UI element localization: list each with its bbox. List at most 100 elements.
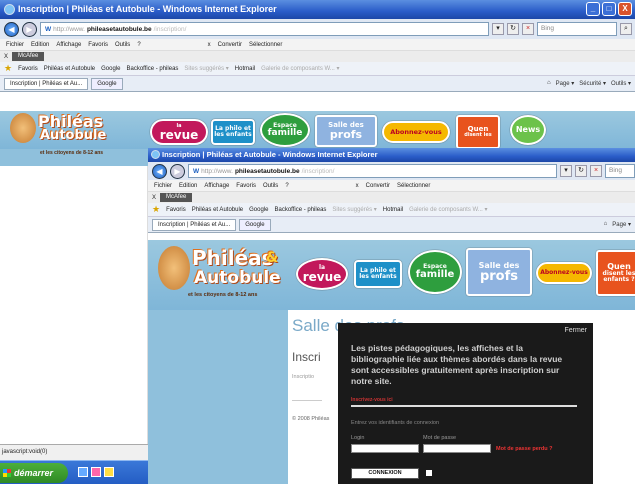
fg-favorites-bar: ★ Favoris Philéas et Autobule Google Bac… [148, 203, 635, 217]
fg-fav-link-phileas[interactable]: Philéas et Autobule [192, 207, 243, 213]
refresh-icon[interactable]: ↻ [507, 23, 519, 35]
favorites-bar: ★ Favoris Philéas et Autobule Google Bac… [0, 62, 635, 76]
menu-outils[interactable]: Outils [115, 42, 130, 48]
fg-nav-quen[interactable]: Quen disent les enfants ? [596, 250, 635, 296]
login-button[interactable]: CONNEXION [351, 468, 419, 479]
menu-favoris[interactable]: Favoris [88, 42, 108, 48]
fg-mcafee-close[interactable]: X [152, 195, 156, 201]
fg-tab-inscription[interactable]: Inscription | Philéas et Au... [152, 218, 237, 231]
minimize-button[interactable]: _ [586, 2, 600, 16]
menu-edition[interactable]: Edition [31, 42, 49, 48]
fg-nav-philo[interactable]: La philo et les enfants [354, 260, 402, 288]
quicklaunch-desktop-icon[interactable] [91, 467, 101, 477]
fg-forward-button[interactable]: ▶ [170, 163, 185, 179]
fg-tab-google[interactable]: Google [239, 218, 271, 231]
mcafee-close[interactable]: X [4, 54, 8, 60]
fg-nav-revue-label: revue [302, 270, 342, 284]
fg-logo-phileas: Philéas [192, 246, 274, 270]
fg-logo-tagline: et les citoyens de 8-12 ans [188, 292, 258, 298]
fg-search-input[interactable]: Bing [605, 164, 635, 178]
fg-fav-link-hotmail[interactable]: Hotmail [383, 207, 403, 213]
fg-nav-famille[interactable]: Espace famille [408, 250, 462, 294]
maximize-button[interactable]: □ [602, 2, 616, 16]
fg-mcafee-button[interactable]: McAfee [160, 193, 193, 202]
menu-help[interactable]: ? [137, 42, 140, 48]
nav-revue[interactable]: la revue [150, 119, 208, 145]
nav-philo[interactable]: La philo et les enfants [211, 119, 255, 145]
fg-nav-abonnez[interactable]: Abonnez-vous [536, 262, 592, 284]
fav-link-hotmail[interactable]: Hotmail [235, 66, 255, 72]
fg-address-bar[interactable]: W http://www. phileasetautobule.be/inscri… [188, 164, 557, 178]
cmd-tools[interactable]: Outils ▾ [611, 80, 631, 87]
fg-convert-button[interactable]: Convertir [366, 183, 390, 189]
forgot-password-link[interactable]: Mot de passe perdu ? [496, 446, 553, 452]
fg-back-button[interactable]: ◀ [152, 163, 167, 179]
modal-register-link[interactable]: Inscrivez-vous ici [351, 397, 393, 403]
fg-toolbar-close[interactable]: x [356, 183, 359, 189]
cmd-security[interactable]: Sécurité ▾ [579, 80, 606, 87]
fg-menu-outils[interactable]: Outils [263, 183, 278, 189]
back-button[interactable]: ◀ [4, 21, 19, 37]
select-button[interactable]: Sélectionner [249, 42, 282, 48]
favorites-button[interactable]: Favoris [18, 66, 38, 72]
fg-fav-link-gallery[interactable]: Galerie de composants W... ▾ [409, 206, 487, 213]
fg-nav-salle[interactable]: Salle des profs [466, 248, 532, 296]
quicklaunch-ie-icon[interactable] [78, 467, 88, 477]
start-button[interactable]: démarrer [0, 463, 68, 483]
home-icon[interactable]: ⌂ [547, 80, 551, 87]
fg-menu-help[interactable]: ? [285, 183, 288, 189]
cmd-page[interactable]: Page ▾ [556, 80, 575, 87]
fg-stop-icon[interactable]: × [590, 165, 602, 177]
fav-link-phileas[interactable]: Philéas et Autobule [44, 66, 95, 72]
fg-fav-link-suggested[interactable]: Sites suggérés ▾ [332, 206, 376, 213]
fg-menu-fichier[interactable]: Fichier [154, 183, 172, 189]
fg-nav-revue[interactable]: la revue [296, 258, 348, 290]
fg-dropdown-icon[interactable]: ▾ [560, 165, 572, 177]
mcafee-button[interactable]: McAfee [12, 52, 45, 61]
fav-link-backoffice[interactable]: Backoffice - phileas [126, 66, 178, 72]
dropdown-icon[interactable]: ▾ [492, 23, 504, 35]
search-input[interactable]: Bing [537, 22, 617, 36]
nav-famille[interactable]: Espace famille [260, 113, 310, 147]
fav-link-suggested[interactable]: Sites suggérés ▾ [184, 65, 228, 72]
menu-fichier[interactable]: Fichier [6, 42, 24, 48]
nav-abonnez[interactable]: Abonnez-vous [382, 121, 450, 143]
fav-link-gallery[interactable]: Galerie de composants W... ▾ [261, 65, 339, 72]
forward-button[interactable]: ▶ [22, 21, 37, 37]
fg-nav-quen-line3: enfants ? [603, 276, 635, 283]
nav-news[interactable]: News [510, 115, 546, 145]
convert-button[interactable]: Convertir [218, 42, 242, 48]
login-input[interactable] [351, 444, 419, 453]
nav-philo-line2: les enfants [214, 131, 252, 138]
search-icon[interactable]: ⌕ [620, 23, 632, 35]
quicklaunch-media-icon[interactable] [104, 467, 114, 477]
fg-fav-link-backoffice[interactable]: Backoffice - phileas [274, 207, 326, 213]
bg-tagline-strip: et les citoyens de 8-12 ans [0, 149, 148, 166]
close-button[interactable]: X [618, 2, 632, 16]
fg-url-path: /inscription/ [301, 167, 335, 175]
modal-close-button[interactable]: Fermer [564, 327, 587, 334]
logo-character-icon [10, 113, 36, 143]
remember-checkbox[interactable] [426, 470, 432, 476]
fg-menu-favoris[interactable]: Favoris [236, 183, 256, 189]
fg-refresh-icon[interactable]: ↻ [575, 165, 587, 177]
toolbar-close[interactable]: x [208, 42, 211, 48]
fg-menu-edition[interactable]: Edition [179, 183, 197, 189]
fg-cmd-page[interactable]: Page ▾ [612, 221, 631, 228]
nav-salle[interactable]: Salle des profs [315, 115, 377, 147]
fg-home-icon[interactable]: ⌂ [604, 221, 608, 228]
address-bar[interactable]: W http://www. phileasetautobule.be/inscri… [40, 22, 489, 36]
fg-mcafee-bar: X McAfee [148, 192, 635, 203]
fav-link-google[interactable]: Google [101, 66, 120, 72]
menu-affichage[interactable]: Affichage [56, 42, 81, 48]
fg-menu-affichage[interactable]: Affichage [204, 183, 229, 189]
nav-quen[interactable]: Quen disent les [456, 115, 500, 149]
fg-favorites-button[interactable]: Favoris [166, 207, 186, 213]
stop-icon[interactable]: × [522, 23, 534, 35]
password-input[interactable] [423, 444, 491, 453]
fg-select-button[interactable]: Sélectionner [397, 183, 430, 189]
tab-google[interactable]: Google [91, 77, 123, 90]
tab-inscription[interactable]: Inscription | Philéas et Au... [4, 77, 89, 90]
fg-fav-link-google[interactable]: Google [249, 207, 268, 213]
fg-url-host: phileasetautobule.be [234, 167, 300, 175]
